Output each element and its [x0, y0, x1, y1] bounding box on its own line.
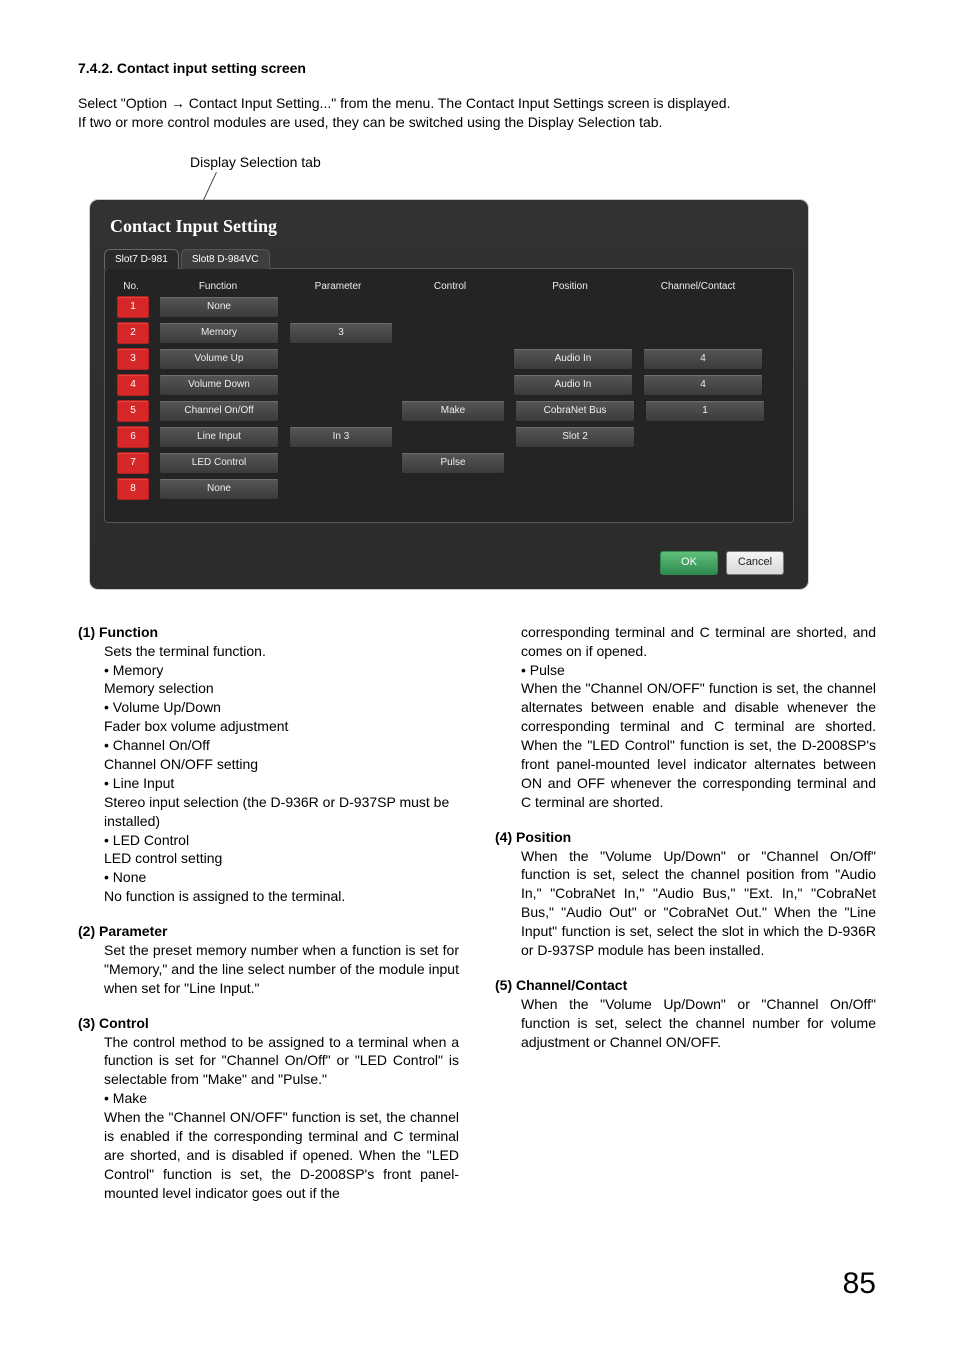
tab-slot8[interactable]: Slot8 D-984VC: [181, 249, 270, 269]
row-number: 4: [117, 374, 149, 396]
table-row: 7 LED Control Pulse: [113, 452, 785, 474]
row-number: 8: [117, 478, 149, 500]
function-cell[interactable]: LED Control: [159, 452, 279, 474]
table-header: No. Function Parameter Control Position …: [113, 281, 785, 292]
section-title: 7.4.2. Contact input setting screen: [78, 60, 876, 76]
bullet-none-text: No function is assigned to the terminal.: [104, 888, 345, 904]
col-parameter: Parameter: [287, 281, 389, 292]
col-function: Function: [159, 281, 277, 292]
empty-cell: [289, 452, 391, 474]
col-no: No.: [113, 281, 149, 292]
contact-input-window: Contact Input Setting Slot7 D-981 Slot8 …: [90, 200, 808, 589]
intro-text: Select "Option → Contact Input Setting..…: [78, 94, 876, 132]
channel-contact-cell[interactable]: 4: [643, 348, 763, 370]
bullet-memory: Memory: [104, 662, 163, 678]
item2-text: Set the preset memory number when a func…: [78, 941, 459, 998]
bullet-make-text-b: corresponding terminal and C terminal ar…: [495, 623, 876, 661]
row-number: 3: [117, 348, 149, 370]
bullet-volume: Volume Up/Down: [104, 699, 221, 715]
description-columns: (1) Function Sets the terminal function.…: [78, 623, 876, 1203]
bullet-line-input-text: Stereo input selection (the D-936R or D-…: [104, 794, 449, 829]
item3-head: (3) Control: [78, 1014, 459, 1033]
col-position: Position: [511, 281, 629, 292]
callout-label: Display Selection tab: [190, 154, 876, 170]
bullet-make-text-a: When the "Channel ON/OFF" function is se…: [104, 1108, 459, 1202]
dialog-buttons: OK Cancel: [104, 551, 794, 575]
parameter-cell[interactable]: In 3: [289, 426, 393, 448]
row-number: 6: [117, 426, 149, 448]
bullet-channel: Channel On/Off: [104, 737, 210, 753]
page-number: 85: [843, 1267, 876, 1301]
item3-sublist: Make When the "Channel ON/OFF" function …: [78, 1089, 459, 1202]
bullet-memory-text: Memory selection: [104, 680, 214, 696]
function-cell[interactable]: Line Input: [159, 426, 279, 448]
cancel-button[interactable]: Cancel: [726, 551, 784, 575]
intro-line2: If two or more control modules are used,…: [78, 114, 662, 130]
intro-line1: Select "Option → Contact Input Setting..…: [78, 95, 730, 111]
item4-head: (4) Position: [495, 828, 876, 847]
bullet-pulse-text: When the "Channel ON/OFF" function is se…: [521, 679, 876, 811]
bullet-volume-text: Fader box volume adjustment: [104, 718, 288, 734]
function-cell[interactable]: Volume Down: [159, 374, 279, 396]
item2-head: (2) Parameter: [78, 922, 459, 941]
col-channel-contact: Channel/Contact: [639, 281, 757, 292]
table-row: 6 Line Input In 3 Slot 2: [113, 426, 785, 448]
function-cell[interactable]: None: [159, 296, 279, 318]
item1-sublist: Memory Memory selection Volume Up/Down F…: [78, 661, 459, 907]
table-row: 8 None: [113, 478, 785, 500]
parameter-cell[interactable]: 3: [289, 322, 393, 344]
bullet-none: None: [104, 869, 146, 885]
right-column: corresponding terminal and C terminal ar…: [495, 623, 876, 1052]
empty-cell: [401, 374, 503, 396]
callout-line-wrap: [198, 172, 876, 202]
ok-button[interactable]: OK: [660, 551, 718, 575]
function-cell[interactable]: None: [159, 478, 279, 500]
position-cell[interactable]: Audio In: [513, 374, 633, 396]
bullet-channel-text: Channel ON/OFF setting: [104, 756, 258, 772]
table-row: 3 Volume Up Audio In 4: [113, 348, 785, 370]
empty-cell: [289, 400, 391, 422]
position-cell[interactable]: CobraNet Bus: [515, 400, 635, 422]
bullet-line-input: Line Input: [104, 775, 174, 791]
function-cell[interactable]: Volume Up: [159, 348, 279, 370]
table-row: 4 Volume Down Audio In 4: [113, 374, 785, 396]
tab-slot7[interactable]: Slot7 D-981: [104, 249, 179, 269]
bullet-make: Make: [104, 1090, 147, 1106]
row-number: 7: [117, 452, 149, 474]
item3-sublist-pulse: Pulse When the "Channel ON/OFF" function…: [495, 661, 876, 812]
channel-contact-cell[interactable]: 1: [645, 400, 765, 422]
item1-head: (1) Function: [78, 623, 459, 642]
row-number: 5: [117, 400, 149, 422]
table-row: 5 Channel On/Off Make CobraNet Bus 1: [113, 400, 785, 422]
item5-text: When the "Volume Up/Down" or "Channel On…: [495, 995, 876, 1052]
control-cell[interactable]: Make: [401, 400, 505, 422]
empty-cell: [289, 348, 391, 370]
bullet-pulse: Pulse: [521, 662, 565, 678]
display-selection-tabs: Slot7 D-981 Slot8 D-984VC: [104, 249, 794, 269]
window-title: Contact Input Setting: [104, 214, 794, 247]
table-row: 2 Memory 3: [113, 322, 785, 344]
empty-cell: [403, 426, 505, 448]
row-number: 1: [117, 296, 149, 318]
row-number: 2: [117, 322, 149, 344]
position-cell[interactable]: Slot 2: [515, 426, 635, 448]
item3-text: The control method to be assigned to a t…: [78, 1033, 459, 1090]
control-cell[interactable]: Pulse: [401, 452, 505, 474]
item1-intro: Sets the terminal function.: [78, 642, 459, 661]
item4-text: When the "Volume Up/Down" or "Channel On…: [495, 847, 876, 960]
bullet-led: LED Control: [104, 832, 189, 848]
left-column: (1) Function Sets the terminal function.…: [78, 623, 459, 1203]
empty-cell: [401, 348, 503, 370]
empty-cell: [289, 374, 391, 396]
tab-page: No. Function Parameter Control Position …: [104, 268, 794, 523]
table-row: 1 None: [113, 296, 785, 318]
bullet-led-text: LED control setting: [104, 850, 222, 866]
channel-contact-cell[interactable]: 4: [643, 374, 763, 396]
function-cell[interactable]: Memory: [159, 322, 279, 344]
function-cell[interactable]: Channel On/Off: [159, 400, 279, 422]
item5-head: (5) Channel/Contact: [495, 976, 876, 995]
col-control: Control: [399, 281, 501, 292]
position-cell[interactable]: Audio In: [513, 348, 633, 370]
